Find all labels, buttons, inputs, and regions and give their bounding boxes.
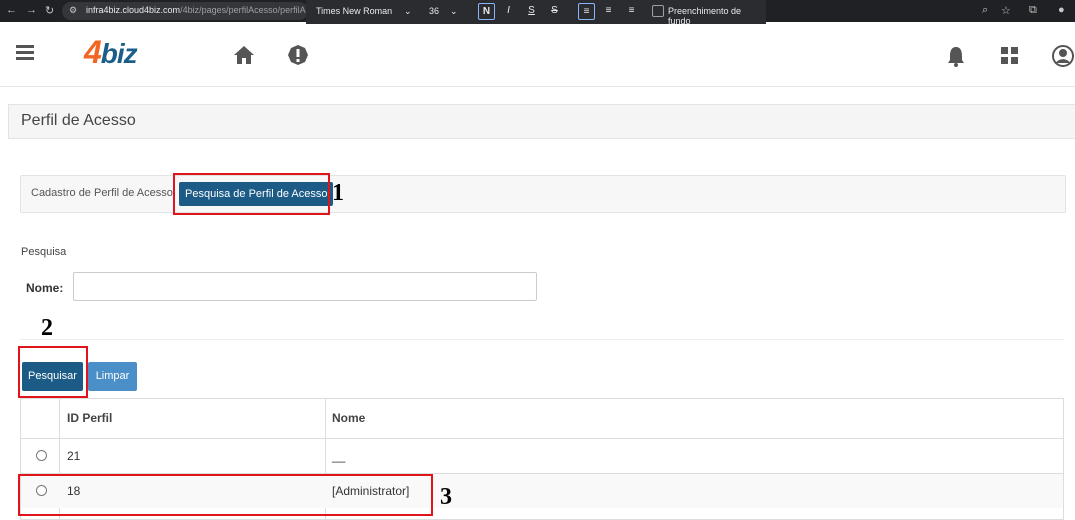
align-right-icon[interactable]: ≡ xyxy=(624,3,639,18)
strikethrough-button[interactable]: S xyxy=(547,3,562,18)
back-icon[interactable]: ← xyxy=(6,4,17,16)
url-text[interactable]: infra4biz.cloud4biz.com/4biz/pages/perfi… xyxy=(86,5,306,15)
underline-button[interactable]: S xyxy=(524,3,539,18)
cell-nome: __ xyxy=(332,449,346,463)
site-info-icon[interactable]: ⚙ xyxy=(69,5,77,16)
chevron-down-icon[interactable]: ⌄ xyxy=(450,6,458,17)
background-fill-checkbox[interactable] xyxy=(652,5,664,17)
header-id-perfil: ID Perfil xyxy=(67,411,113,425)
extensions-icon[interactable]: ⧉ xyxy=(1029,4,1037,17)
annotation-number-3: 3 xyxy=(440,484,452,510)
forward-icon[interactable]: → xyxy=(26,4,37,16)
profile-icon[interactable]: ● xyxy=(1058,4,1065,16)
highlight-box-2 xyxy=(18,346,88,398)
format-toolbar: Times New Roman ⌄ 36 ⌄ N I S S ≡ ≡ ≡ Pre… xyxy=(306,0,766,26)
browser-toolbar: ← → ↻ ⚙ infra4biz.cloud4biz.com/4biz/pag… xyxy=(0,0,1075,26)
logo-digit: 4 xyxy=(84,34,102,70)
align-left-icon[interactable]: ≡ xyxy=(578,3,595,20)
zoom-icon[interactable]: ⌕ xyxy=(982,4,988,17)
cell-id: 21 xyxy=(67,449,81,463)
star-icon[interactable]: ☆ xyxy=(1001,4,1011,17)
annotation-number-2: 2 xyxy=(41,315,53,341)
nome-label: Nome: xyxy=(26,281,64,295)
user-avatar-icon[interactable] xyxy=(1052,45,1074,72)
menu-icon[interactable] xyxy=(16,44,34,65)
page-title: Perfil de Acesso xyxy=(21,112,136,129)
chevron-down-icon[interactable]: ⌄ xyxy=(404,6,412,17)
highlight-box-3 xyxy=(18,474,433,516)
align-center-icon[interactable]: ≡ xyxy=(601,3,616,18)
reload-icon[interactable]: ↻ xyxy=(45,4,54,17)
font-size-select[interactable]: 36 xyxy=(429,6,439,16)
logo-text: biz xyxy=(100,38,138,69)
bold-button[interactable]: N xyxy=(478,3,495,20)
nome-input[interactable] xyxy=(73,272,537,301)
row-radio[interactable] xyxy=(36,450,47,461)
table-row[interactable]: 21 __ xyxy=(21,438,1063,473)
page-title-bar: Perfil de Acesso xyxy=(8,104,1075,139)
url-host: infra4biz.cloud4biz.com xyxy=(86,5,181,15)
header-nome: Nome xyxy=(332,411,366,425)
alert-shield-icon[interactable] xyxy=(287,44,309,71)
font-select[interactable]: Times New Roman xyxy=(316,6,392,16)
home-icon[interactable] xyxy=(233,45,255,70)
italic-button[interactable]: I xyxy=(501,3,516,18)
tab-cadastro[interactable]: Cadastro de Perfil de Acesso xyxy=(31,187,173,199)
apps-grid-icon[interactable] xyxy=(1001,47,1018,69)
limpar-button[interactable]: Limpar xyxy=(88,362,137,391)
search-section-label: Pesquisa xyxy=(21,246,67,258)
logo[interactable]: 4biz xyxy=(84,34,138,71)
divider xyxy=(20,339,1064,340)
annotation-number-1: 1 xyxy=(332,180,344,206)
bell-icon[interactable] xyxy=(947,45,965,72)
app-header: 4biz xyxy=(0,24,1075,87)
background-fill-label: Preenchimento de fundo xyxy=(668,6,742,26)
url-path: /4biz/pages/perfilAcesso/perfilAcesso... xyxy=(180,5,306,15)
highlight-box-1 xyxy=(173,173,330,215)
